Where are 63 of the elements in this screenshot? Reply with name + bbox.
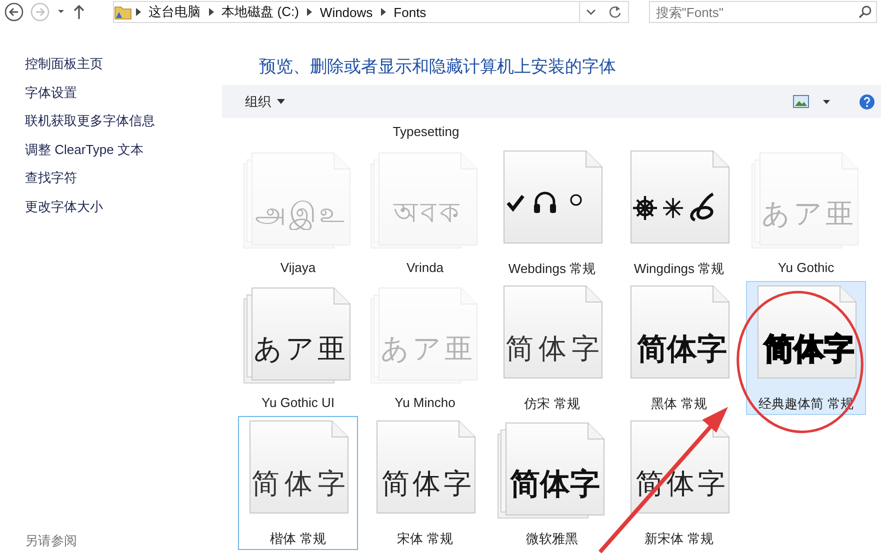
help-icon[interactable] (859, 94, 875, 110)
up-arrow-icon[interactable] (72, 2, 86, 22)
font-name: 新宋体 常规 (644, 530, 714, 548)
font-name: Wingdings 常规 (634, 260, 724, 278)
font-name: 黑体 常规 (651, 395, 707, 413)
search-icon (858, 5, 872, 19)
sidebar-link[interactable]: 更改字体大小 (25, 196, 222, 216)
breadcrumb[interactable]: 本地磁盘 (C:) (222, 3, 299, 21)
sidebar-link[interactable]: 联机获取更多字体信息 (25, 111, 222, 130)
sidebar-link[interactable]: 字体设置 (25, 82, 222, 102)
font-name: Webdings 常规 (508, 260, 596, 278)
font-tile[interactable]: 简体字 仿宋 常规 (492, 281, 612, 415)
breadcrumb[interactable]: Fonts (394, 4, 426, 20)
chevron-icon[interactable] (136, 8, 141, 16)
font-name: 仿宋 常规 (524, 395, 580, 413)
search-field[interactable]: 搜索"Fonts" (648, 1, 877, 23)
font-name: 楷体 常规 (270, 530, 326, 548)
sidebar-link[interactable]: 查找字符 (25, 168, 222, 187)
refresh-icon[interactable] (608, 5, 622, 19)
font-tile[interactable]: 简体字 楷体 常规 (238, 416, 358, 550)
back-icon[interactable] (4, 2, 24, 22)
font-tile[interactable]: あア亜 Yu Gothic UI (238, 281, 358, 415)
font-name: 宋体 常规 (397, 530, 453, 548)
font-tile[interactable]: அஇஉ Vijaya (238, 146, 358, 280)
font-tile[interactable]: Webdings 常规 (492, 146, 612, 280)
font-preview: 简体字 (382, 467, 474, 501)
font-tile[interactable]: 简体字 黑体 常规 (619, 281, 739, 415)
chevron-icon[interactable] (208, 8, 214, 16)
font-preview: 简体字 (506, 331, 604, 367)
view-icon[interactable] (793, 95, 809, 108)
font-tile[interactable]: অবক Vrinda (365, 146, 485, 280)
font-preview: あア亜 (762, 197, 856, 231)
caret-icon (277, 99, 285, 104)
font-preview: 简体字 (637, 332, 727, 368)
chevron-icon[interactable] (380, 8, 386, 16)
font-name: Vrinda (406, 260, 444, 275)
font-tile[interactable]: Wingdings 常规 (619, 146, 739, 280)
organize-button[interactable]: 组织 (242, 90, 288, 112)
font-name: Vijaya (280, 260, 316, 275)
section-heading: 另请参阅 (25, 532, 77, 550)
chevron-icon[interactable] (306, 8, 312, 16)
page-title: 预览、删除或者显示和隐藏计算机上安装的字体 (259, 56, 617, 78)
sidebar-link[interactable]: 调整 ClearType 文本 (25, 140, 222, 158)
font-name: Yu Mincho (394, 395, 456, 410)
font-tile[interactable]: 简体字 微软雅黑 (492, 416, 612, 550)
font-name: Yu Gothic (778, 260, 834, 275)
font-tile[interactable]: あア亜 Yu Gothic (746, 146, 866, 280)
sidebar-link[interactable]: 控制面板主页 (25, 54, 222, 73)
font-preview: 简体字 (764, 332, 854, 368)
font-name: Typesetting (392, 124, 460, 139)
font-preview: あア亜 (254, 332, 348, 366)
dropdown-icon[interactable] (586, 7, 596, 17)
font-tile[interactable]: 简体字 宋体 常规 (365, 416, 485, 550)
font-preview: অবক (394, 196, 462, 230)
font-preview: அஇஉ (255, 196, 347, 232)
font-preview: 简体字 (510, 466, 600, 502)
font-name: 微软雅黑 (526, 530, 578, 548)
font-preview: 简体字 (252, 466, 350, 502)
breadcrumb[interactable]: Windows (320, 4, 373, 20)
font-preview: あア亜 (380, 332, 476, 366)
breadcrumb[interactable]: 这台电脑 (148, 3, 201, 21)
font-name: Yu Gothic UI (262, 395, 334, 410)
font-tile[interactable]: あア亜 Yu Mincho (365, 281, 485, 415)
